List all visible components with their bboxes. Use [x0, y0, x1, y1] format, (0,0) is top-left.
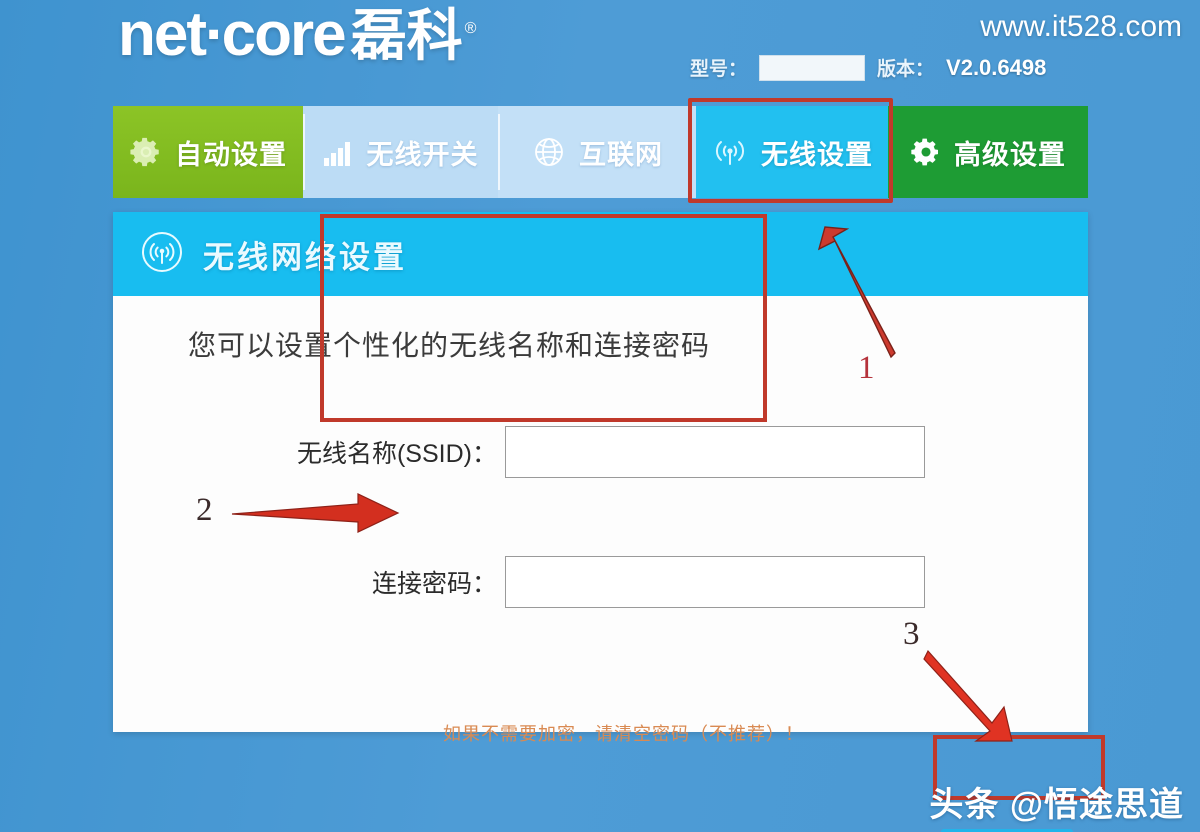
panel-body: 您可以设置个性化的无线名称和连接密码 无线名称(SSID)： 连接密码： 如果不…	[113, 296, 1088, 832]
tab-advanced-settings[interactable]: 高级设置	[888, 106, 1088, 198]
annotation-number-2: 2	[196, 492, 213, 528]
logo-text-chinese: 磊科	[350, 4, 463, 67]
ssid-field-row: 无线名称(SSID)：	[193, 426, 925, 478]
tab-divider	[303, 114, 305, 190]
netcore-logo: net·core 磊科 ®	[118, 4, 477, 67]
password-field-row: 连接密码：	[193, 556, 925, 608]
registered-trademark-icon: ®	[464, 20, 477, 38]
ssid-input[interactable]	[505, 426, 925, 478]
ssid-label: 无线名称(SSID)：	[296, 440, 497, 468]
version-value: V2.0.6498	[946, 54, 1047, 80]
password-label: 连接密码：	[371, 570, 497, 598]
model-label: 型号：	[690, 59, 748, 80]
wireless-settings-panel: 无线网络设置 您可以设置个性化的无线名称和连接密码 无线名称(SSID)： 连接…	[113, 212, 1088, 832]
wifi-circle-icon	[139, 229, 185, 280]
globe-icon	[531, 134, 567, 170]
version-label: 版本：	[877, 59, 935, 80]
wifi-icon	[711, 134, 749, 170]
annotation-number-3: 3	[903, 616, 920, 652]
gear-icon	[910, 136, 942, 168]
brand-header: net·core 磊科 ® www.it528.com	[0, 0, 1200, 96]
model-value-box	[759, 54, 866, 81]
tab-internet[interactable]: 互联网	[498, 106, 696, 198]
tab-wireless-switch-label: 无线开关	[366, 139, 479, 170]
password-hint: 如果不需要加密，请清空密码（不推荐）！	[443, 724, 804, 744]
tab-divider	[498, 114, 500, 190]
site-url-watermark: www.it528.com	[980, 10, 1182, 43]
publisher-watermark: 头条 @悟途思道	[929, 786, 1184, 824]
tab-auto-setup[interactable]: 自动设置	[113, 106, 303, 198]
main-navigation: 自动设置 无线开关 互联网 无线设置 高级设置	[113, 106, 1088, 198]
signal-bars-icon	[323, 137, 355, 167]
tab-internet-label: 互联网	[579, 139, 663, 170]
device-meta-row: 型号： 版本： V2.0.6498	[690, 54, 1046, 81]
password-input[interactable]	[505, 556, 925, 608]
gear-icon	[129, 135, 163, 169]
tab-wireless-settings[interactable]: 无线设置	[696, 106, 888, 198]
tab-advanced-settings-label: 高级设置	[954, 139, 1066, 170]
tab-wireless-switch[interactable]: 无线开关	[303, 106, 498, 198]
logo-text-core: core	[221, 0, 347, 69]
logo-text-net: net	[118, 0, 207, 69]
tab-wireless-settings-label: 无线设置	[761, 139, 873, 170]
panel-header: 无线网络设置	[113, 212, 1088, 296]
logo-separator-dot: ·	[205, 0, 226, 69]
panel-intro-text: 您可以设置个性化的无线名称和连接密码	[188, 330, 711, 361]
tab-auto-setup-label: 自动设置	[175, 139, 287, 170]
annotation-number-1: 1	[858, 350, 875, 386]
panel-title: 无线网络设置	[203, 239, 407, 275]
